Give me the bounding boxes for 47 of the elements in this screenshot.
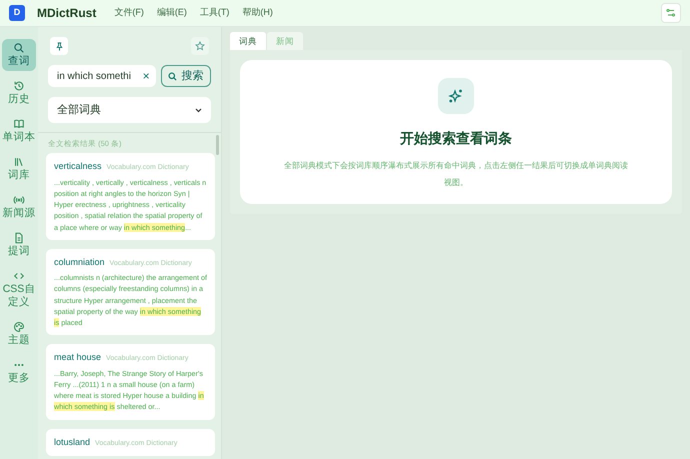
chevron-down-icon — [195, 108, 202, 112]
result-word: verticalness — [54, 160, 102, 174]
document-icon — [13, 232, 25, 244]
nav-item[interactable]: CSS自定义 — [2, 267, 36, 312]
result-word: meat house — [54, 351, 102, 364]
nav-item[interactable]: 单词本 — [2, 115, 36, 147]
menu-item[interactable]: 编辑(E) — [156, 6, 187, 20]
result-card[interactable] — [46, 248, 215, 336]
empty-state-title: 开始搜索查看词条 — [400, 129, 512, 148]
search-icon — [13, 42, 25, 54]
search-icon — [168, 72, 178, 80]
favorite-button[interactable] — [191, 37, 209, 55]
nav-item[interactable]: 提词 — [2, 229, 36, 261]
empty-state-description: 全部词典模式下会按词库顺序瀑布式展示所有命中词典，点击左侧任一结果后可切换成单词典阅读视图。 — [284, 160, 628, 189]
nav-item[interactable]: 更多 — [2, 356, 36, 388]
sparkle-icon — [438, 78, 474, 114]
nav-item[interactable]: 新闻源 — [2, 191, 36, 223]
book-icon — [13, 118, 25, 130]
library-icon — [13, 156, 25, 168]
nav-item[interactable]: 查词 — [2, 39, 36, 71]
search-button[interactable]: 搜索 — [160, 65, 211, 87]
scrollbar-thumb[interactable] — [216, 135, 219, 155]
settings-icon — [666, 8, 676, 18]
star-icon — [195, 41, 205, 51]
menu-item[interactable]: 工具(T) — [200, 6, 230, 20]
pin-button[interactable] — [50, 37, 68, 55]
menu-item[interactable]: 帮助(H) — [242, 6, 273, 20]
result-card[interactable] — [46, 344, 215, 420]
nav-item[interactable]: 历史 — [2, 77, 36, 109]
code-icon — [13, 270, 25, 282]
dictionary-select[interactable]: 全部词典 — [48, 97, 211, 123]
app-logo: D — [9, 5, 25, 21]
result-word: lotusland — [54, 436, 90, 449]
nav-item[interactable]: 主题 — [2, 318, 36, 350]
broadcast-icon — [13, 194, 25, 206]
tab[interactable]: 词典 — [230, 32, 266, 50]
clear-button[interactable]: × — [142, 67, 150, 85]
search-field[interactable]: in which somethi × — [48, 65, 156, 87]
palette-icon — [13, 321, 25, 333]
settings-button[interactable] — [661, 3, 681, 23]
result-card[interactable] — [46, 153, 215, 240]
pin-icon — [54, 42, 64, 50]
nav-item[interactable]: 词库 — [2, 153, 36, 185]
history-icon — [13, 80, 25, 92]
app-title: MDictRust — [37, 5, 96, 22]
menu-item[interactable]: 文件(F) — [114, 6, 144, 20]
result-word: columniation — [54, 256, 105, 269]
